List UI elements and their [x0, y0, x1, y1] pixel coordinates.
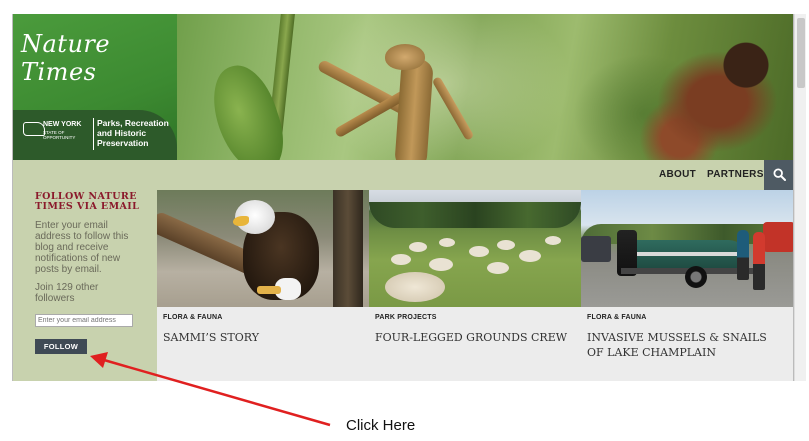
post-title[interactable]: INVASIVE MUSSELS & SNAILS OF LAKE CHAMPL… — [587, 330, 783, 360]
state-tagline: STATE OF OPPORTUNITY — [43, 130, 76, 140]
post-thumbnail-eagle[interactable] — [157, 190, 369, 307]
post-category[interactable]: FLORA & FAUNA — [587, 314, 647, 321]
post-thumbnail-boat[interactable] — [581, 190, 793, 307]
header-banner: Nature Times NEW YORK STATE OF OPPORTUNI… — [13, 14, 793, 160]
vertical-scrollbar[interactable] — [794, 14, 806, 381]
site-title[interactable]: Nature Times — [21, 30, 177, 86]
main-nav: ABOUT PARTNERS — [13, 160, 793, 190]
follower-count: Join 129 other followers — [35, 282, 99, 304]
follow-widget-description: Enter your email address to follow this … — [35, 220, 129, 275]
follow-widget: FOLLOW NATURE TIMES VIA EMAIL Enter your… — [13, 190, 157, 381]
post-thumbnail-sheep[interactable] — [369, 190, 581, 307]
annotation-label: Click Here — [346, 417, 416, 434]
post-card[interactable]: PARK PROJECTS FOUR-LEGGED GROUNDS CREW — [369, 190, 581, 381]
mantis-image — [394, 58, 434, 160]
logo-divider — [93, 118, 94, 150]
site-logo[interactable]: Nature Times NEW YORK STATE OF OPPORTUNI… — [13, 14, 177, 160]
coneflower-image — [613, 14, 793, 160]
scrollbar-thumb[interactable] — [797, 18, 805, 88]
search-icon — [773, 168, 786, 181]
post-card[interactable]: FLORA & FAUNA INVASIVE MUSSELS & SNAILS … — [581, 190, 793, 381]
post-category[interactable]: FLORA & FAUNA — [163, 314, 223, 321]
follow-button[interactable]: FOLLOW — [35, 339, 87, 354]
agency-name: Parks, Recreation and Historic Preservat… — [97, 118, 169, 148]
nav-item-about[interactable]: ABOUT — [659, 169, 696, 180]
post-title[interactable]: FOUR-LEGGED GROUNDS CREW — [375, 330, 571, 345]
follow-widget-heading: FOLLOW NATURE TIMES VIA EMAIL — [35, 191, 140, 212]
post-title[interactable]: SAMMI’S STORY — [163, 330, 359, 345]
email-field[interactable] — [35, 314, 133, 327]
new-york-state-icon — [23, 122, 45, 136]
post-category[interactable]: PARK PROJECTS — [375, 314, 437, 321]
search-button[interactable] — [764, 160, 793, 190]
post-card[interactable]: FLORA & FAUNA SAMMI’S STORY — [157, 190, 369, 381]
state-name: NEW YORK — [43, 121, 82, 128]
nav-item-partners[interactable]: PARTNERS — [707, 169, 764, 180]
browser-viewport: Nature Times NEW YORK STATE OF OPPORTUNI… — [12, 14, 794, 381]
